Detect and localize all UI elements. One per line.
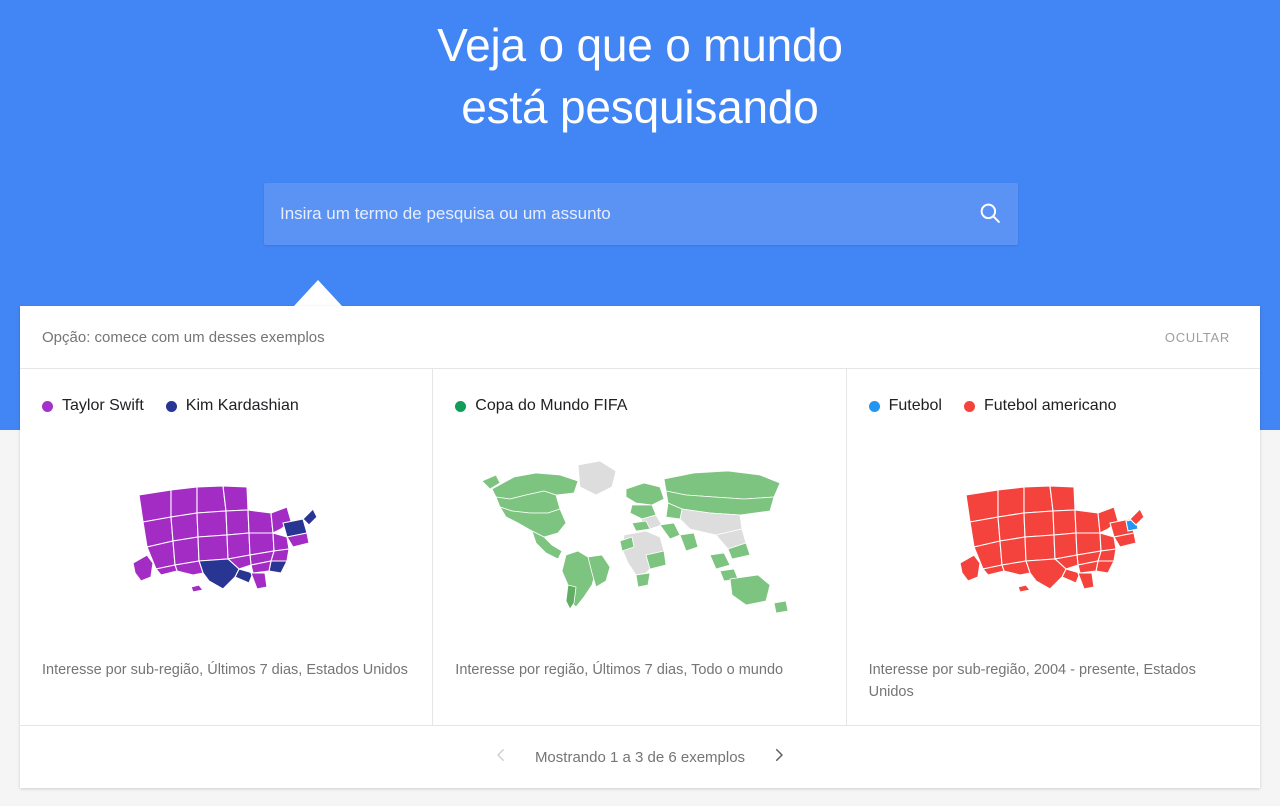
panel-header-title: Opção: comece com um desses exemplos: [42, 328, 325, 346]
card-caption: Interesse por sub-região, Últimos 7 dias…: [42, 662, 408, 678]
panel-pointer-arrow: [294, 280, 342, 306]
examples-panel: Opção: comece com um desses exemplos OCU…: [20, 306, 1260, 788]
pagination-next-button[interactable]: [767, 745, 791, 769]
legend-item: Taylor Swift: [42, 397, 144, 415]
legend-label: Kim Kardashian: [185, 397, 299, 414]
chevron-right-icon: [770, 746, 788, 769]
legend-color-dot: [42, 400, 53, 412]
world-map: [433, 431, 845, 641]
example-card[interactable]: Taylor Swift Kim Kardashian Interesse po…: [20, 369, 434, 725]
page-title: Veja o que o mundo está pesquisando: [437, 19, 843, 133]
search-button[interactable]: [970, 194, 1010, 234]
legend-item: Futebol: [868, 397, 942, 415]
legend-color-dot: [165, 400, 177, 412]
legend-item: Copa do Mundo FIFA: [455, 397, 627, 415]
example-card[interactable]: Copa do Mundo FIFA Interesse por região,…: [433, 369, 847, 725]
legend-label: Futebol: [888, 397, 942, 414]
examples-list: Taylor Swift Kim Kardashian Interesse po…: [20, 369, 1260, 725]
card-caption: Interesse por sub-região, 2004 - present…: [868, 662, 1196, 700]
card-legend: Copa do Mundo FIFA: [455, 395, 823, 417]
us-states-map: [20, 431, 432, 641]
legend-label: Copa do Mundo FIFA: [475, 397, 628, 414]
legend-item: Kim Kardashian: [165, 397, 299, 415]
search-box[interactable]: [264, 183, 1018, 245]
search-input[interactable]: [264, 183, 964, 245]
legend-item: Futebol americano: [963, 397, 1117, 415]
legend-label: Futebol americano: [983, 397, 1117, 414]
example-card[interactable]: Futebol Futebol americano Interesse por …: [847, 369, 1260, 725]
pagination-status: Mostrando 1 a 3 de 6 exemplos: [534, 748, 746, 766]
legend-label: Taylor Swift: [62, 397, 144, 414]
search-icon: [977, 203, 1003, 229]
pagination-prev-button[interactable]: [489, 745, 513, 769]
legend-color-dot: [963, 400, 975, 412]
card-caption: Interesse por região, Últimos 7 dias, To…: [455, 662, 784, 678]
card-legend: Futebol Futebol americano: [868, 395, 1238, 417]
us-states-map: [847, 431, 1260, 641]
pagination: Mostrando 1 a 3 de 6 exemplos: [20, 725, 1260, 788]
legend-color-dot: [868, 400, 880, 412]
chevron-left-icon: [492, 746, 510, 769]
panel-header: Opção: comece com um desses exemplos OCU…: [20, 306, 1260, 369]
legend-color-dot: [455, 400, 467, 412]
card-legend: Taylor Swift Kim Kardashian: [42, 395, 410, 417]
hide-examples-button[interactable]: OCULTAR: [1157, 324, 1238, 351]
